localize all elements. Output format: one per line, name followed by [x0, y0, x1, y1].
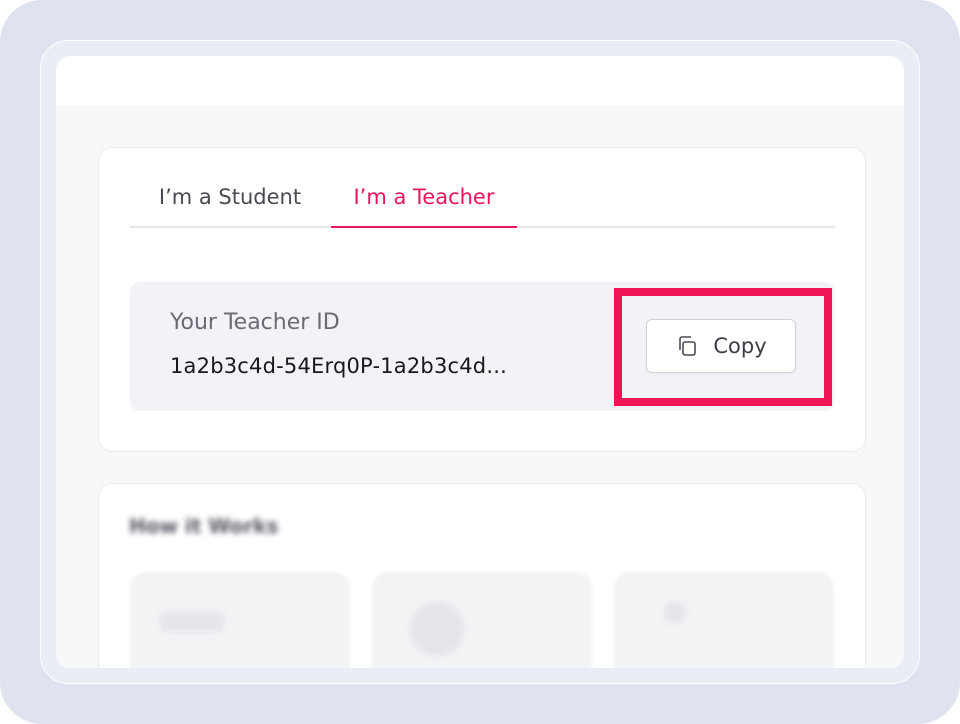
how-it-works-step — [372, 572, 592, 668]
role-tabs: I’m a Student I’m a Teacher — [130, 174, 835, 228]
step-illustration — [664, 602, 686, 624]
step-illustration — [160, 612, 224, 632]
teacher-id-label: Your Teacher ID — [170, 310, 340, 335]
active-tab-indicator — [331, 226, 517, 228]
copy-button[interactable]: Copy — [646, 319, 796, 373]
copy-button-label: Copy — [713, 334, 767, 358]
copy-icon — [675, 334, 699, 358]
how-it-works-step — [614, 572, 834, 668]
app-screen: I’m a Student I’m a Teacher Your Teacher… — [56, 56, 904, 668]
teacher-id-card: I’m a Student I’m a Teacher Your Teacher… — [98, 147, 866, 452]
tab-student[interactable]: I’m a Student — [130, 174, 330, 228]
how-it-works-title: How it Works — [129, 514, 279, 538]
tab-teacher[interactable]: I’m a Teacher — [331, 174, 517, 228]
how-it-works-step — [130, 572, 350, 668]
teacher-id-value: 1a2b3c4d-54Erq0P-1a2b3c4d... — [170, 354, 507, 378]
teacher-id-box: Your Teacher ID 1a2b3c4d-54Erq0P-1a2b3c4… — [130, 282, 835, 411]
step-illustration — [410, 602, 464, 656]
how-it-works-card: How it Works — [98, 483, 866, 668]
